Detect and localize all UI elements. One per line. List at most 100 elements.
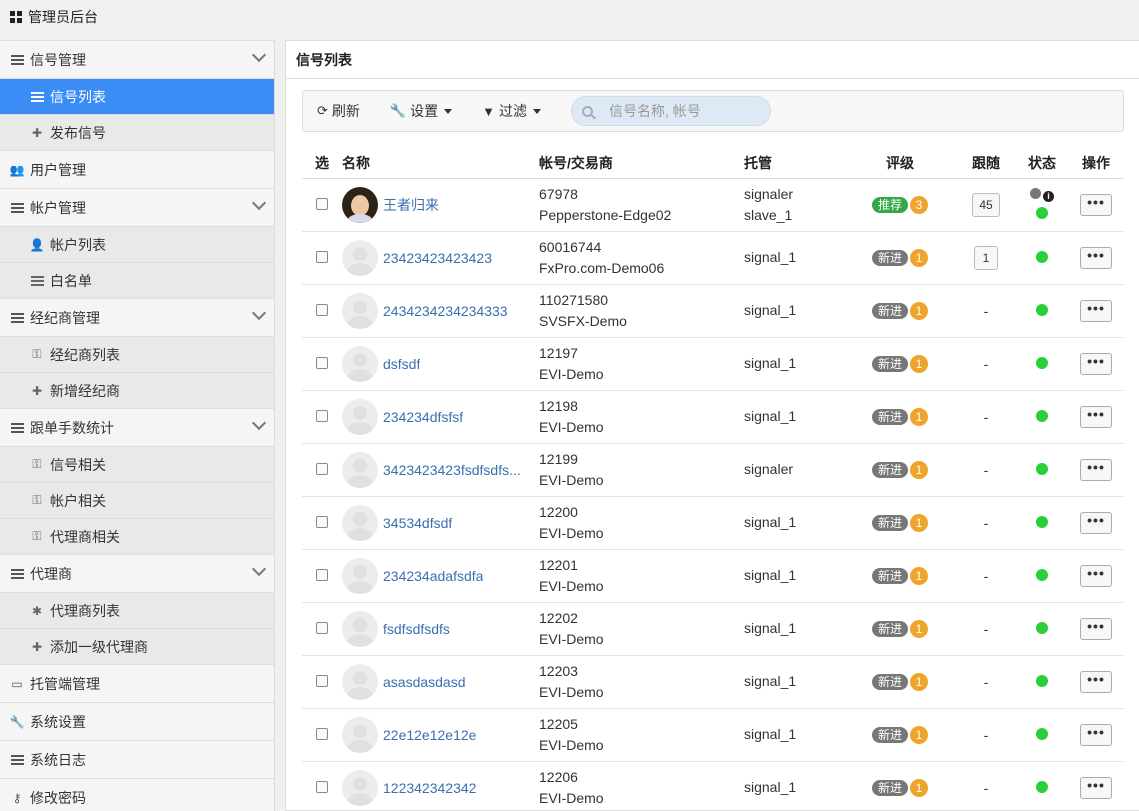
signal-name-link[interactable]: 34534dfsdf: [383, 515, 452, 531]
sidebar-item-account-list[interactable]: 👤 帐户列表: [0, 227, 274, 263]
row-checkbox[interactable]: [316, 674, 328, 687]
more-actions-button[interactable]: •••: [1080, 352, 1112, 375]
signal-name-link[interactable]: 234234adafsdfa: [383, 568, 483, 584]
filter-dropdown[interactable]: ▼ 过滤: [482, 101, 541, 121]
ops-cell: •••: [1068, 761, 1124, 811]
signal-name-link[interactable]: fsdfsdfsdfs: [383, 621, 450, 637]
row-checkbox[interactable]: [316, 197, 328, 210]
ops-cell: •••: [1068, 496, 1124, 550]
sidebar-item-whitelist[interactable]: 白名单: [0, 263, 274, 299]
search-input[interactable]: [608, 103, 759, 119]
more-actions-button[interactable]: •••: [1080, 776, 1112, 799]
sidebar-item-broker-list[interactable]: ⚿ 经纪商列表: [0, 337, 274, 373]
row-checkbox[interactable]: [316, 780, 328, 793]
header-rating[interactable]: 评级: [844, 148, 956, 179]
row-checkbox[interactable]: [316, 356, 328, 369]
row-checkbox[interactable]: [316, 409, 328, 422]
nav-group-broker-management[interactable]: 经纪商管理: [0, 299, 274, 337]
rating-badge: 新进: [871, 302, 908, 319]
nav-group-hosting-management[interactable]: ▭ 托管端管理: [0, 665, 274, 703]
more-actions-button[interactable]: •••: [1080, 458, 1112, 481]
header-name[interactable]: 名称: [342, 148, 539, 179]
nav-group-agents[interactable]: 代理商: [0, 555, 274, 593]
status-cell: [1016, 549, 1068, 603]
more-actions-button[interactable]: •••: [1080, 617, 1112, 640]
signal-name-link[interactable]: 234234dfsfsf: [383, 409, 463, 425]
list-icon: [30, 91, 44, 102]
sidebar-item-label: 信号相关: [50, 456, 106, 473]
row-checkbox[interactable]: [316, 621, 328, 634]
rating-cell: 新进 1: [844, 443, 956, 497]
more-actions-button[interactable]: •••: [1080, 511, 1112, 534]
name-wrap: fsdfsdfsdfs: [342, 610, 539, 647]
header-follow[interactable]: 跟随: [956, 148, 1016, 179]
more-actions-button[interactable]: •••: [1080, 670, 1112, 693]
table-row: 3423423423fsdfsdfs... 12199 EVI-Demo signal…: [302, 443, 1124, 497]
nav-group-user-management[interactable]: 👥 用户管理: [0, 151, 274, 189]
nav-group-change-password[interactable]: ⚷ 修改密码: [0, 779, 274, 811]
signal-name-link[interactable]: 3423423423fsdfsdfs...: [383, 462, 521, 478]
settings-dropdown[interactable]: 🔧 设置: [390, 101, 453, 121]
follow-count-button[interactable]: 1: [974, 245, 998, 270]
sitemap-icon: ⚿: [32, 529, 42, 543]
more-actions-button[interactable]: •••: [1080, 405, 1112, 428]
row-checkbox[interactable]: [316, 727, 328, 740]
header-account[interactable]: 帐号/交易商: [539, 148, 744, 179]
app-title: 管理员后台: [28, 9, 98, 25]
refresh-icon: ⟳: [317, 103, 328, 118]
signal-name-link[interactable]: 122342342342: [383, 780, 476, 796]
sidebar-item-add-broker[interactable]: ✚ 新增经纪商: [0, 373, 274, 409]
search-icon: [581, 105, 593, 117]
ops-cell: •••: [1068, 602, 1124, 656]
host-primary: signal_1: [744, 249, 797, 265]
nav-group-system-settings[interactable]: 🔧 系统设置: [0, 703, 274, 741]
plus-icon: ✚: [31, 125, 43, 140]
signal-name-link[interactable]: asasdasdasd: [383, 674, 466, 690]
name-cell: 122342342342: [342, 761, 539, 811]
sidebar-item-account-related[interactable]: ⚿ 帐户相关: [0, 483, 274, 519]
more-actions-button[interactable]: •••: [1080, 299, 1112, 322]
sidebar-item-signal-list[interactable]: 信号列表: [0, 79, 274, 115]
row-checkbox[interactable]: [316, 568, 328, 581]
nav-group-signal-management[interactable]: 信号管理: [0, 41, 274, 79]
select-cell: [302, 284, 342, 338]
account-number: 12206: [539, 768, 578, 785]
more-actions-button[interactable]: •••: [1080, 723, 1112, 746]
refresh-button[interactable]: ⟳ 刷新: [317, 101, 360, 121]
signal-name-link[interactable]: 王者归来: [383, 195, 439, 215]
sidebar: 信号管理 信号列表 ✚ 发布信号 👥 用户管理 帐户管理 👤 帐户列表 白名单 …: [0, 40, 275, 811]
name-wrap: dsfsdf: [342, 345, 539, 382]
signal-name-link[interactable]: 23423423423423: [383, 250, 492, 266]
nav-group-account-management[interactable]: 帐户管理: [0, 189, 274, 227]
sidebar-item-agent-list[interactable]: ✱ 代理商列表: [0, 593, 274, 629]
row-checkbox[interactable]: [316, 462, 328, 475]
host-cell: signal_1: [744, 761, 844, 811]
more-actions-button[interactable]: •••: [1080, 564, 1112, 587]
row-checkbox[interactable]: [316, 250, 328, 263]
header-status[interactable]: 状态: [1016, 148, 1068, 179]
row-checkbox[interactable]: [316, 303, 328, 316]
info-icon[interactable]: i: [1043, 190, 1054, 202]
sidebar-item-signal-related[interactable]: ⚿ 信号相关: [0, 447, 274, 483]
list-icon: [30, 275, 44, 286]
more-actions-button[interactable]: •••: [1080, 193, 1112, 216]
sidebar-item-agent-related[interactable]: ⚿ 代理商相关: [0, 519, 274, 555]
signal-name-link[interactable]: 2434234234234333: [383, 303, 508, 319]
online-status-dot: [1036, 727, 1048, 740]
host-primary: signal_1: [744, 726, 797, 742]
more-actions-button[interactable]: •••: [1080, 246, 1112, 269]
nav-group-system-log[interactable]: 系统日志: [0, 741, 274, 779]
follow-count-button[interactable]: 45: [972, 192, 1000, 217]
signal-name-link[interactable]: 22e12e12e12e: [383, 727, 476, 743]
sidebar-item-add-agent[interactable]: ✚ 添加一级代理商: [0, 629, 274, 665]
rating-cell: 新进 1: [844, 390, 956, 444]
refresh-label: 刷新: [331, 103, 360, 119]
rating-level: 1: [910, 354, 928, 373]
header-host[interactable]: 托管: [744, 148, 844, 179]
nav-group-copy-lot-stats[interactable]: 跟单手数统计: [0, 409, 274, 447]
host-cell: signal_1: [744, 549, 844, 603]
follow-cell: -: [956, 655, 1016, 709]
signal-name-link[interactable]: dsfsdf: [383, 356, 420, 372]
sidebar-item-publish-signal[interactable]: ✚ 发布信号: [0, 115, 274, 151]
row-checkbox[interactable]: [316, 515, 328, 528]
